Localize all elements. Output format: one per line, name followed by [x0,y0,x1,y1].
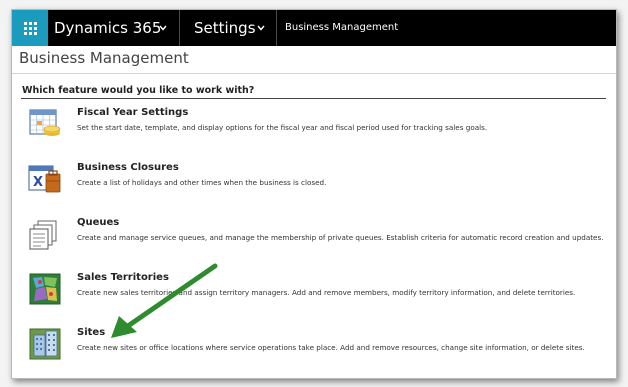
feature-description: Set the start date, template, and displa… [77,123,488,132]
feature-queues[interactable]: Queues Create and manage service queues,… [28,217,608,257]
nav-separator [276,10,277,46]
section-heading: Which feature would you like to work wit… [22,85,255,96]
page-title: Business Management [19,49,189,67]
sites-icon [29,328,61,360]
app-window: Dynamics 365 Settings Business Managemen… [11,9,617,379]
annotation-arrow-icon [111,263,218,338]
fiscal-year-icon [29,109,61,136]
feature-description: Create a list of holidays and other time… [77,178,327,187]
feature-fiscal-year-settings[interactable]: Fiscal Year Settings Set the start date,… [28,107,608,147]
divider [21,98,606,99]
feature-title[interactable]: Business Closures [77,162,179,173]
svg-text:X: X [33,175,43,190]
business-closures-icon: X [28,165,61,193]
queues-icon [29,220,57,250]
sales-territories-icon [29,273,61,305]
feature-title[interactable]: Fiscal Year Settings [77,107,188,118]
chevron-down-icon[interactable] [256,23,266,33]
feature-title[interactable]: Sites [77,327,105,338]
settings-menu[interactable]: Settings [194,10,256,46]
nav-separator [179,10,180,46]
app-name-menu[interactable]: Dynamics 365 [54,10,161,46]
app-launcher-icon[interactable] [12,10,48,46]
breadcrumb[interactable]: Business Management [285,10,398,46]
top-navigation-bar: Dynamics 365 Settings Business Managemen… [12,10,616,46]
feature-business-closures[interactable]: X Business Closures Create a list of hol… [28,162,608,202]
chevron-down-icon[interactable] [158,23,168,33]
feature-title[interactable]: Queues [77,217,119,228]
feature-description: Create and manage service queues, and ma… [77,233,604,242]
divider [12,73,616,74]
